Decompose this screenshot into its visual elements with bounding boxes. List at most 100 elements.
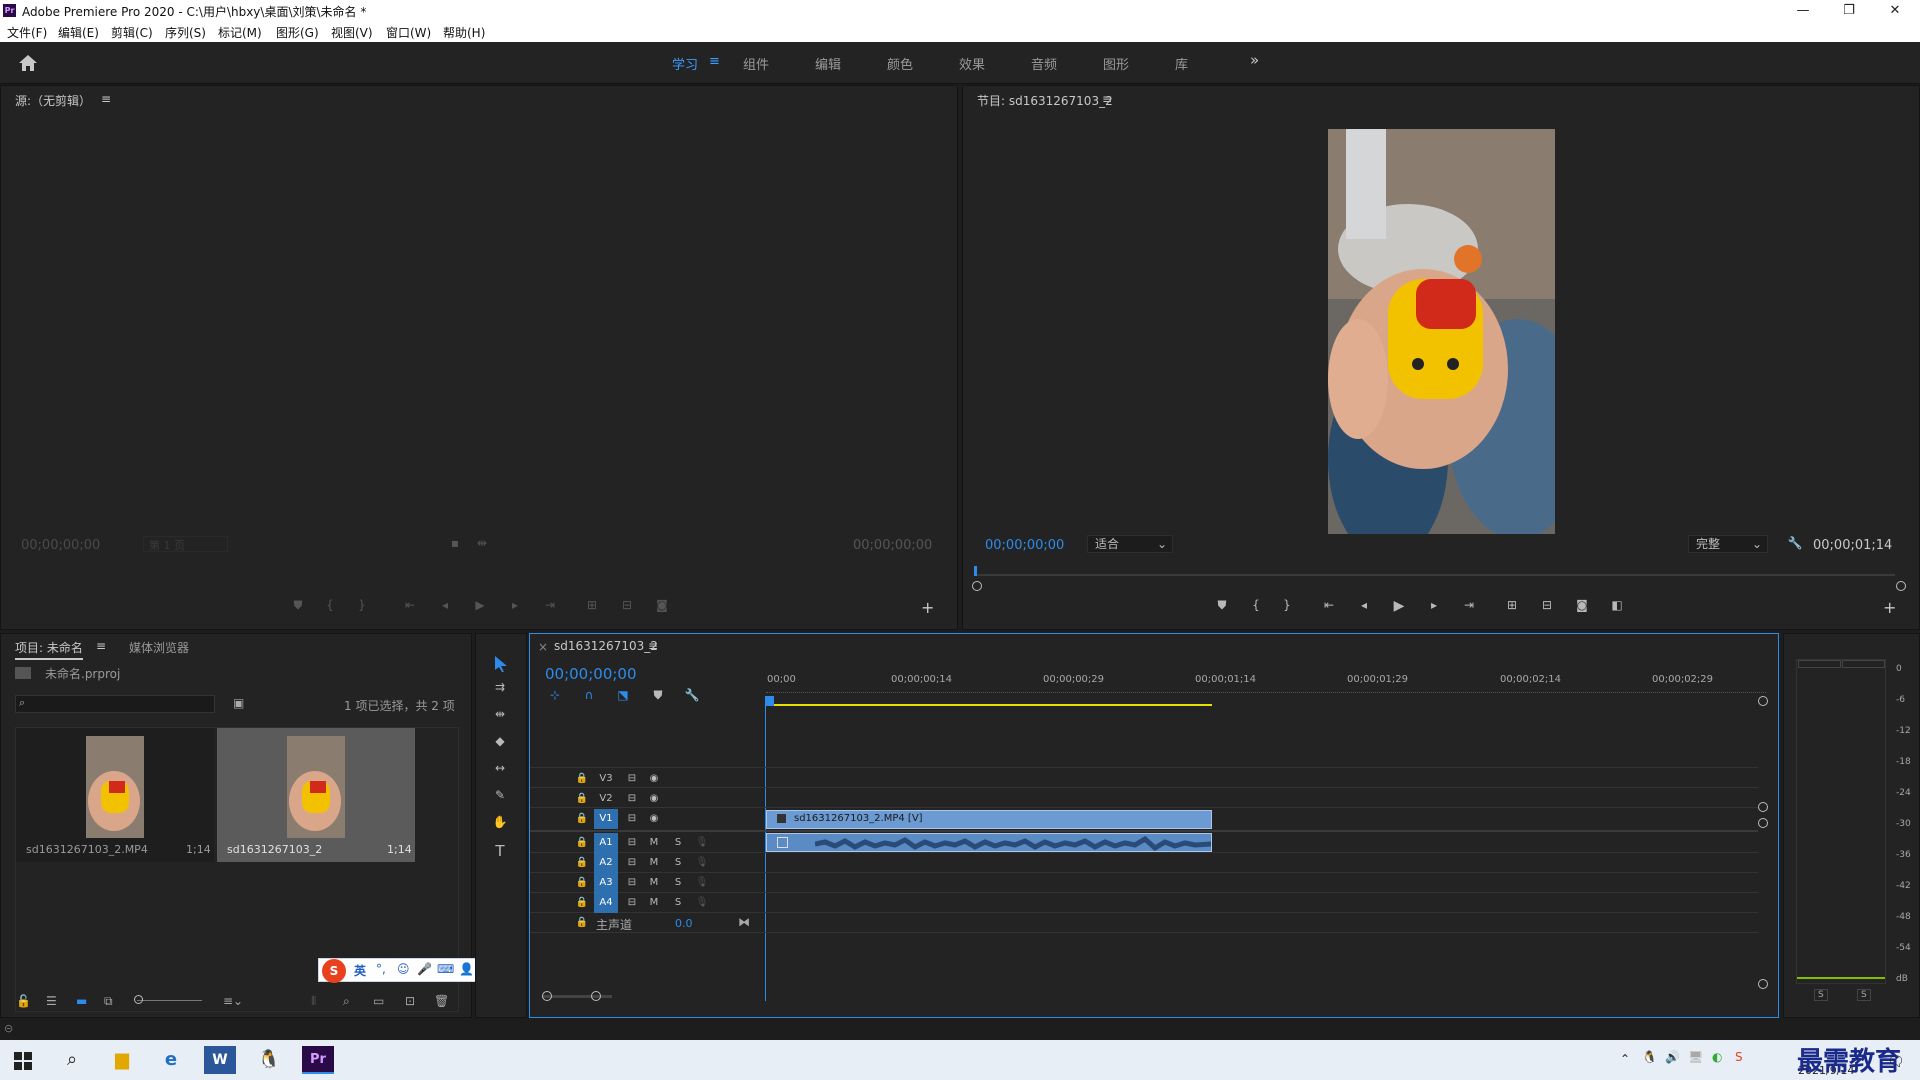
meter-solo-right[interactable]: S bbox=[1857, 989, 1871, 1001]
menu-file[interactable]: 文件(F) bbox=[7, 24, 47, 41]
hand-tool-icon[interactable]: ✋ bbox=[491, 815, 509, 829]
vertical-zoom-handle-mid[interactable] bbox=[1758, 802, 1768, 812]
project-item-1[interactable]: sd1631267103_2.MP4 1;14 bbox=[16, 728, 214, 862]
sort-icon[interactable]: ≡⌄ bbox=[223, 994, 243, 1008]
find-icon[interactable]: ⌕ bbox=[343, 994, 350, 1009]
word-icon[interactable]: W bbox=[204, 1046, 236, 1074]
meter-solo-left[interactable]: S bbox=[1814, 989, 1828, 1001]
tray-app-icon[interactable]: ◐ bbox=[1712, 1050, 1722, 1064]
timeline-settings-icon[interactable]: 🔧 bbox=[683, 688, 701, 702]
find-folder-icon[interactable]: ▣ bbox=[233, 696, 244, 710]
project-search-input[interactable] bbox=[34, 696, 209, 712]
notification-icon[interactable]: 🗨 bbox=[1887, 1054, 1905, 1070]
menu-graphics[interactable]: 图形(G) bbox=[276, 24, 319, 41]
mic-icon[interactable]: 🎙 bbox=[690, 853, 714, 873]
list-view-icon[interactable]: ☰ bbox=[46, 994, 57, 1008]
vertical-zoom-handle-top[interactable] bbox=[1758, 696, 1768, 706]
source-in-icon[interactable]: { bbox=[321, 598, 339, 612]
program-goto-in-icon[interactable]: ⇤ bbox=[1320, 598, 1338, 612]
snap-icon[interactable]: ∩ bbox=[580, 688, 598, 702]
search-icon[interactable]: ⌕ bbox=[56, 1046, 88, 1074]
program-zoom-handle-left[interactable] bbox=[972, 581, 982, 591]
qq-icon[interactable]: 🐧 bbox=[253, 1046, 285, 1074]
lock-icon[interactable]: 🔒 bbox=[570, 893, 594, 913]
lock-icon[interactable]: 🔒 bbox=[570, 769, 594, 789]
project-search-field[interactable]: ⌕ bbox=[15, 695, 215, 713]
workspace-effects[interactable]: 效果 bbox=[959, 54, 985, 73]
project-tab[interactable]: 项目: 未命名 bbox=[15, 639, 83, 660]
source-camera-icon[interactable]: ◙ bbox=[653, 598, 671, 612]
program-panel-menu-icon[interactable]: ≡ bbox=[1102, 92, 1112, 106]
timeline-close-icon[interactable]: × bbox=[538, 640, 548, 654]
lock-icon[interactable]: 🔒 bbox=[570, 873, 594, 893]
automate-icon[interactable]: ⦀ bbox=[311, 994, 316, 1009]
sync-lock-icon[interactable]: ⊟ bbox=[620, 873, 644, 893]
audio-zoom-handle-bottom[interactable] bbox=[1758, 979, 1768, 989]
menu-sequence[interactable]: 序列(S) bbox=[165, 24, 206, 41]
program-step-forward-icon[interactable]: ▸ bbox=[1425, 598, 1443, 612]
tray-network-icon[interactable]: 🖥 bbox=[1688, 1050, 1703, 1064]
nest-toggle-icon[interactable]: ⊹ bbox=[546, 688, 564, 702]
lock-icon[interactable]: 🔒 bbox=[570, 809, 594, 829]
horizontal-scrollbar[interactable] bbox=[542, 995, 612, 998]
tray-volume-icon[interactable]: 🔊 bbox=[1665, 1050, 1680, 1064]
ripple-edit-tool-icon[interactable]: ⇹ bbox=[491, 707, 509, 721]
program-extract-icon[interactable]: ⊟ bbox=[1538, 598, 1556, 612]
track-select-tool-icon[interactable]: ⇉ bbox=[491, 680, 509, 694]
ime-user-icon[interactable]: 👤 bbox=[459, 962, 474, 976]
timeline-timecode[interactable]: 00;00;00;00 bbox=[545, 665, 637, 683]
zoom-slider[interactable] bbox=[137, 1000, 202, 1001]
slip-tool-icon[interactable]: ↔ bbox=[491, 761, 509, 775]
ime-keyboard-icon[interactable]: ⌨ bbox=[437, 962, 454, 976]
track-label[interactable]: V3 bbox=[594, 769, 618, 789]
source-settings-icon[interactable]: ⇹ bbox=[473, 536, 491, 550]
program-title[interactable]: 节目: sd1631267103_2 bbox=[977, 92, 1113, 109]
menu-clip[interactable]: 剪辑(C) bbox=[111, 24, 153, 41]
source-timecode[interactable]: 00;00;00;00 bbox=[21, 538, 100, 553]
program-in-icon[interactable]: { bbox=[1247, 598, 1265, 612]
program-fit-select[interactable]: 适合 ⌄ bbox=[1087, 535, 1173, 553]
source-export-icon[interactable]: ▪ bbox=[446, 536, 464, 550]
master-go-to-end-icon[interactable]: ⧓ bbox=[738, 915, 750, 929]
workspace-audio[interactable]: 音频 bbox=[1031, 54, 1057, 73]
pen-tool-icon[interactable]: ✎ bbox=[491, 788, 509, 802]
master-volume-value[interactable]: 0.0 bbox=[675, 917, 693, 930]
mic-icon[interactable]: 🎙 bbox=[690, 893, 714, 913]
edge-browser-icon[interactable]: e bbox=[155, 1046, 187, 1074]
trash-icon[interactable]: 🗑 bbox=[434, 994, 449, 1008]
sync-lock-icon[interactable]: ⊟ bbox=[620, 893, 644, 913]
workspace-libraries[interactable]: 库 bbox=[1175, 54, 1188, 73]
source-insert-icon[interactable]: ⊞ bbox=[583, 598, 601, 612]
ime-voice-icon[interactable]: 🎤 bbox=[417, 962, 432, 976]
horizontal-zoom-handle-left[interactable] bbox=[542, 991, 552, 1001]
source-out-icon[interactable]: } bbox=[353, 598, 371, 612]
source-overwrite-icon[interactable]: ⊟ bbox=[618, 598, 636, 612]
program-settings-wrench-icon[interactable]: 🔧 bbox=[1786, 536, 1804, 550]
ime-punctuation[interactable]: °, bbox=[376, 962, 386, 976]
project-item-2[interactable]: sd1631267103_2 1;14 bbox=[217, 728, 415, 862]
source-add-button-icon[interactable]: + bbox=[921, 598, 934, 617]
menu-edit[interactable]: 编辑(E) bbox=[58, 24, 99, 41]
home-icon[interactable] bbox=[18, 54, 38, 72]
razor-tool-icon[interactable]: ◆ bbox=[491, 734, 509, 748]
workspace-menu-icon[interactable]: ≡ bbox=[709, 54, 720, 69]
windows-start-icon[interactable] bbox=[14, 1052, 32, 1070]
video-clip[interactable]: sd1631267103_2.MP4 [V] bbox=[766, 810, 1212, 829]
workspace-editing[interactable]: 编辑 bbox=[815, 54, 841, 73]
time-ruler[interactable]: 00;00 00;00;00;14 00;00;00;29 00;00;01;1… bbox=[766, 674, 1766, 696]
sync-lock-icon[interactable]: ⊟ bbox=[620, 853, 644, 873]
mute-button[interactable]: M bbox=[642, 853, 666, 873]
horizontal-zoom-handle-right[interactable] bbox=[591, 991, 601, 1001]
type-tool-icon[interactable]: T bbox=[491, 842, 509, 860]
program-add-button-icon[interactable]: + bbox=[1883, 598, 1896, 617]
track-label[interactable]: A1 bbox=[594, 833, 618, 853]
freeform-view-icon[interactable]: ⧉ bbox=[104, 994, 113, 1009]
mute-button[interactable]: M bbox=[642, 873, 666, 893]
in-out-range-bar[interactable] bbox=[766, 704, 1212, 706]
linked-selection-icon[interactable]: ⬔ bbox=[614, 688, 632, 702]
project-tab-menu-icon[interactable]: ≡ bbox=[96, 639, 106, 653]
workspace-assembly[interactable]: 组件 bbox=[743, 54, 769, 73]
source-goto-out-icon[interactable]: ⇥ bbox=[541, 598, 559, 612]
sync-lock-icon[interactable]: ⊟ bbox=[620, 769, 644, 789]
lock-icon[interactable]: 🔓 bbox=[16, 994, 31, 1008]
